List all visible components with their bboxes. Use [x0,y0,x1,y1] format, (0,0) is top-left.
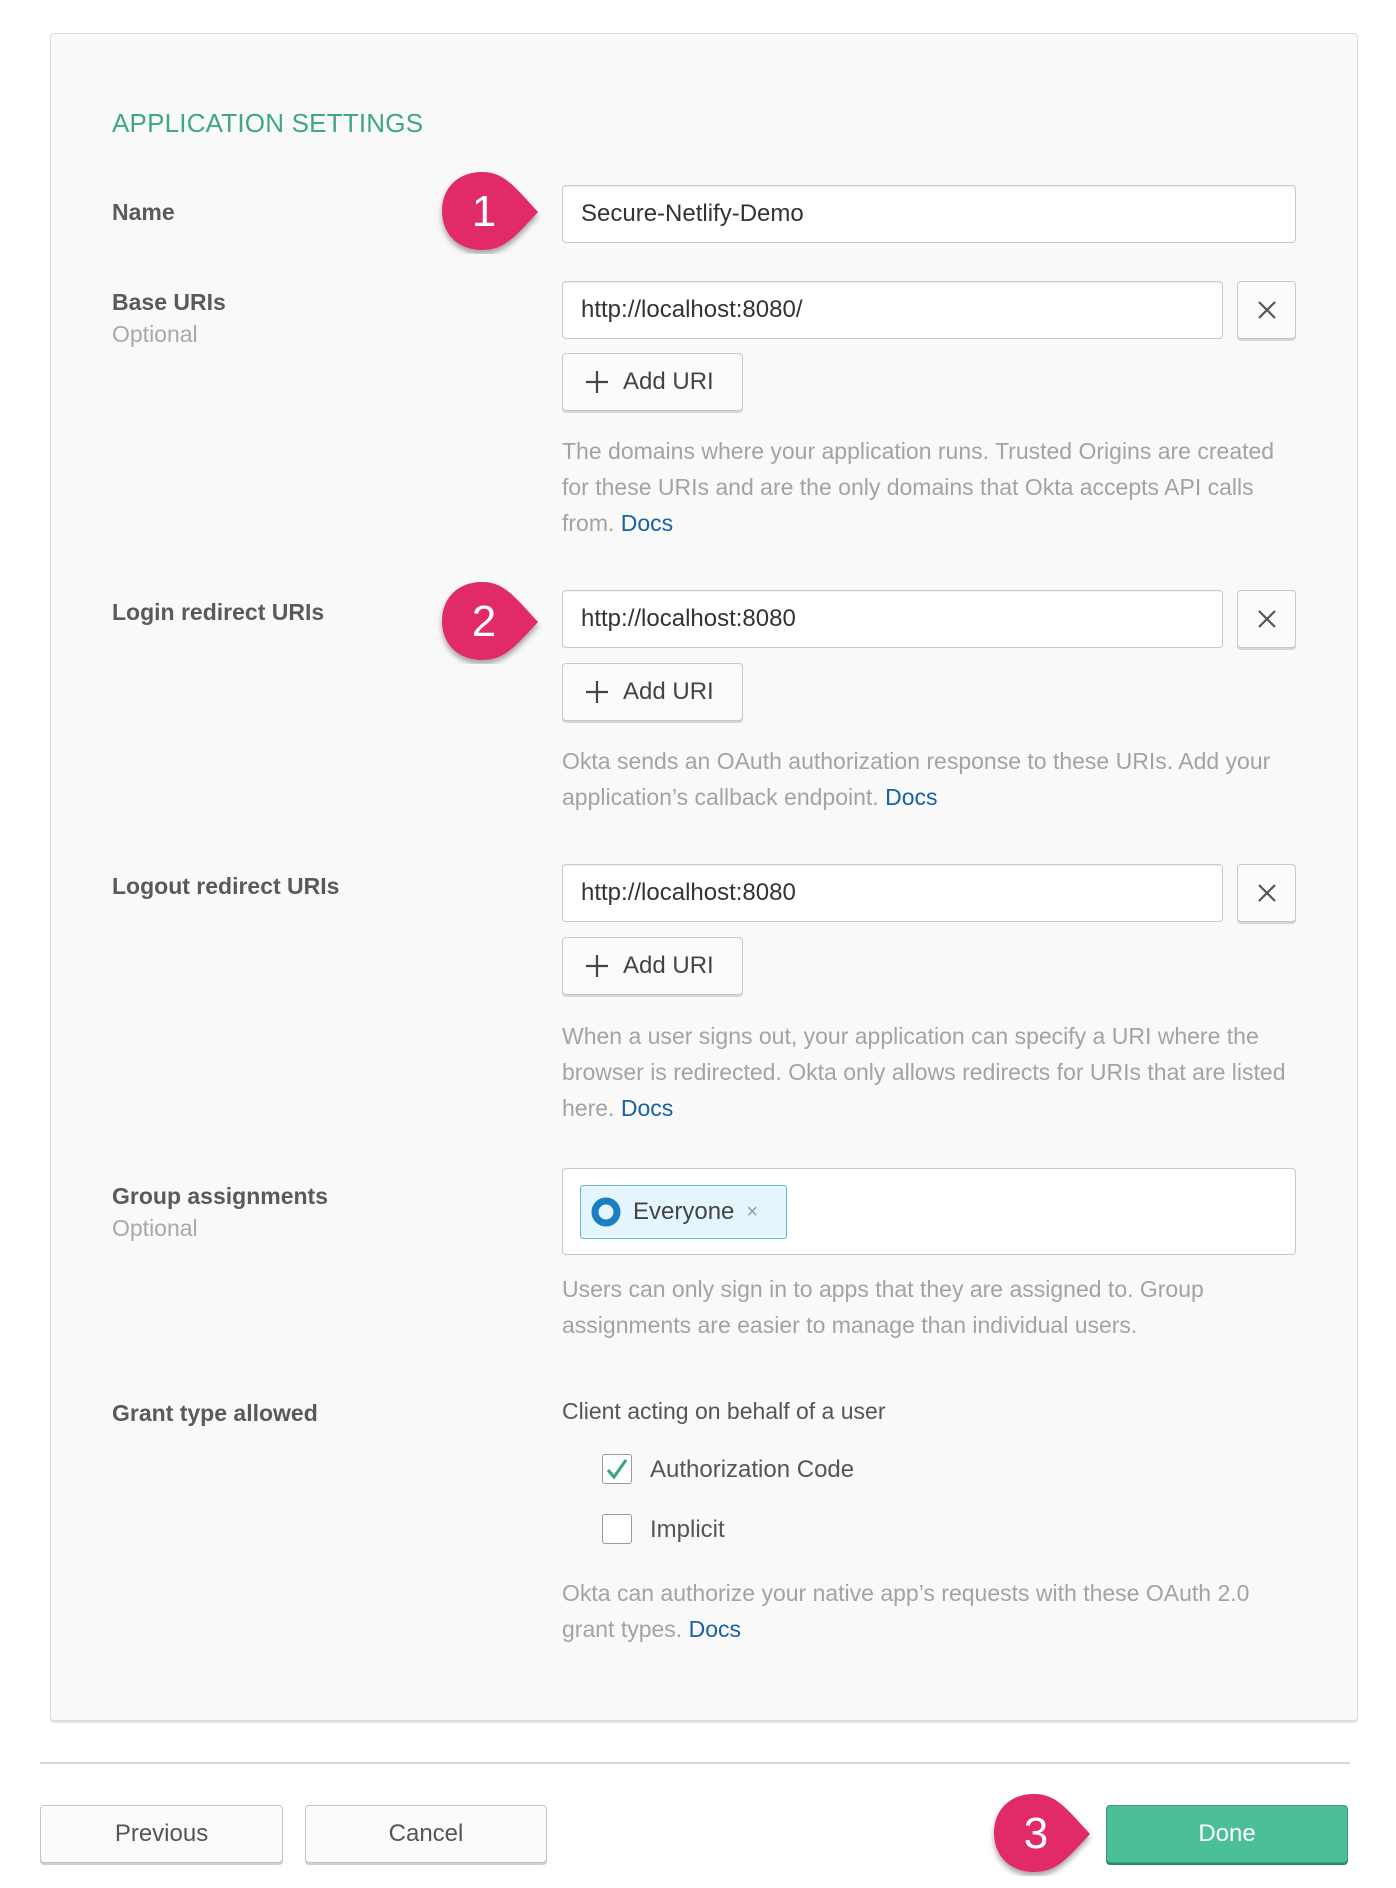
add-base-uri-button[interactable]: Add URI [562,353,743,411]
add-uri-label: Add URI [623,368,714,395]
login-redirect-label: Login redirect URIs [112,599,325,625]
logout-redirect-help: When a user signs out, your application … [562,1018,1302,1126]
grant-type-label: Grant type allowed [112,1400,318,1426]
authorization-code-label: Authorization Code [650,1456,855,1483]
close-icon [1257,610,1276,628]
base-uris-help: The domains where your application runs.… [562,433,1302,541]
group-assignments-optional: Optional [112,1215,198,1241]
group-assignments-label: Group assignments [112,1183,328,1209]
base-uris-optional: Optional [112,321,198,347]
callout-badge-1: 1 [442,172,538,250]
login-redirect-docs-link[interactable]: Docs [885,784,937,810]
add-uri-label: Add URI [623,952,714,979]
login-redirect-input[interactable]: http://localhost:8080 [562,590,1223,648]
grant-type-help: Okta can authorize your native app’s req… [562,1575,1302,1647]
remove-logout-redirect-button[interactable] [1237,864,1296,922]
add-login-redirect-button[interactable]: Add URI [562,663,743,721]
remove-base-uri-button[interactable] [1237,281,1296,339]
name-input[interactable]: Secure-Netlify-Demo [562,185,1296,243]
group-chip-label: Everyone [633,1198,735,1225]
group-icon [591,1197,621,1227]
logout-redirect-input[interactable]: http://localhost:8080 [562,864,1223,922]
previous-button[interactable]: Previous [40,1805,283,1863]
grant-group-title: Client acting on behalf of a user [562,1398,886,1424]
grant-type-docs-link[interactable]: Docs [689,1616,741,1642]
group-chip-everyone: Everyone × [580,1185,787,1239]
logout-redirect-docs-link[interactable]: Docs [621,1095,673,1121]
add-logout-redirect-button[interactable]: Add URI [562,937,743,995]
plus-icon [586,681,608,703]
base-uris-label: Base URIs [112,289,226,315]
base-uris-docs-link[interactable]: Docs [621,510,673,536]
close-icon [1257,884,1276,902]
callout-badge-3: 3 [994,1794,1090,1872]
callout-badge-2: 2 [442,582,538,660]
section-title: APPLICATION SETTINGS [112,108,424,138]
done-button[interactable]: Done [1106,1805,1348,1863]
name-label: Name [112,199,175,225]
checkmark-icon [606,1459,628,1480]
remove-login-redirect-button[interactable] [1237,590,1296,648]
logout-redirect-label: Logout redirect URIs [112,873,340,899]
base-uri-input[interactable]: http://localhost:8080/ [562,281,1223,339]
remove-group-icon[interactable]: × [746,1201,758,1224]
close-icon [1257,301,1276,319]
plus-icon [586,955,608,977]
callout-number: 1 [472,187,496,236]
group-assignments-help: Users can only sign in to apps that they… [562,1276,1204,1338]
footer-divider [40,1762,1350,1764]
callout-number: 2 [472,597,496,646]
callout-number: 3 [1024,1809,1048,1858]
grant-type-help-text: Okta can authorize your native app’s req… [562,1580,1250,1642]
implicit-checkbox[interactable] [602,1514,632,1544]
implicit-label: Implicit [650,1516,725,1543]
authorization-code-checkbox[interactable] [602,1454,632,1484]
plus-icon [586,371,608,393]
cancel-button[interactable]: Cancel [305,1805,547,1863]
add-uri-label: Add URI [623,678,714,705]
login-redirect-help: Okta sends an OAuth authorization respon… [562,743,1302,815]
